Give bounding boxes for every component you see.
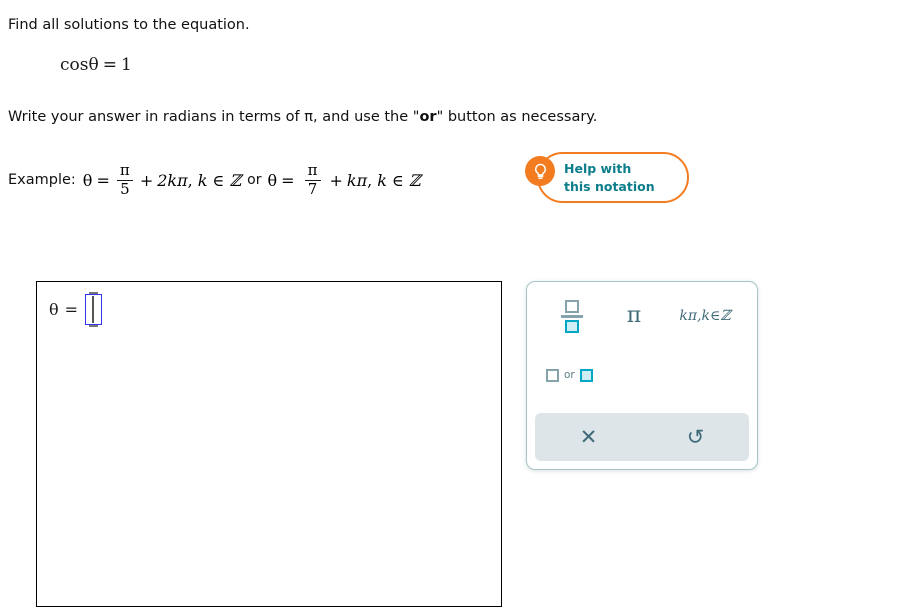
palette-row-2: or xyxy=(544,362,595,388)
example-connector: or xyxy=(247,172,262,189)
math-symbol-palette: π kπ,k∈ℤ or ✕ ↺ xyxy=(526,281,758,470)
caret-cap-top xyxy=(88,292,98,294)
example2-variable: θ xyxy=(267,170,278,190)
help-with-this-notation-button[interactable]: Help with this notation xyxy=(525,152,689,203)
fraction-icon xyxy=(561,299,583,333)
example2-fraction: π 7 xyxy=(304,161,321,198)
example2-comma: , xyxy=(367,170,373,190)
example2-membership: k ∈ ℤ xyxy=(377,170,421,190)
fraction-numerator-placeholder xyxy=(565,299,579,313)
help-label-line-1: Help with xyxy=(564,161,632,176)
answer-input-area[interactable]: θ = xyxy=(36,281,502,607)
palette-symbol-rows: π kπ,k∈ℤ or xyxy=(527,282,757,413)
example1-fraction: π 5 xyxy=(116,161,133,198)
or-button-label: or xyxy=(564,369,575,381)
caret-cap-bottom xyxy=(88,325,98,327)
example1-membership: k ∈ ℤ xyxy=(197,170,242,190)
undo-button[interactable]: ↺ xyxy=(642,413,749,461)
example2-plus: + xyxy=(329,170,343,190)
answer-equals: = xyxy=(64,300,79,319)
example2-equals: = xyxy=(281,170,295,190)
palette-row-1: π kπ,k∈ℤ xyxy=(541,290,745,342)
problem-equation: cosθ = 1 xyxy=(60,55,132,75)
pi-icon: π xyxy=(626,303,642,328)
equation-equals: = xyxy=(102,55,117,75)
example-row: Example: θ = π 5 + 2kπ , k ∈ ℤ or θ = π … xyxy=(8,161,421,198)
example1-term: 2kπ xyxy=(157,170,188,190)
example1-plus: + xyxy=(139,170,154,190)
example1-variable: θ xyxy=(82,170,93,190)
answer-variable: θ xyxy=(49,300,59,319)
example2-denominator: 7 xyxy=(307,179,318,198)
example1-equals: = xyxy=(96,170,110,190)
prompt-or-keyword: or xyxy=(419,109,437,125)
prompt-line-1: Find all solutions to the equation. xyxy=(8,17,250,33)
pi-button[interactable]: π xyxy=(603,290,665,342)
help-label-line-2: this notation xyxy=(564,178,655,194)
clear-button[interactable]: ✕ xyxy=(535,413,642,461)
text-caret xyxy=(92,296,94,323)
example2-numerator: π xyxy=(307,161,318,179)
k-pi-k-in-integers-icon: kπ,k∈ℤ xyxy=(679,308,731,324)
undo-icon: ↺ xyxy=(686,424,705,449)
fraction-bar-icon xyxy=(561,314,583,318)
example-expression-1: θ = π 5 + 2kπ , k ∈ ℤ xyxy=(82,161,242,198)
or-left-placeholder-icon xyxy=(546,368,559,382)
example1-numerator: π xyxy=(119,161,130,179)
or-button[interactable]: or xyxy=(544,367,595,384)
example2-term: kπ xyxy=(346,170,368,190)
prompt-text-2b: button as necessary. xyxy=(443,109,598,125)
palette-action-bar: ✕ ↺ xyxy=(535,413,749,461)
example-expression-2: θ = π 7 + kπ , k ∈ ℤ xyxy=(267,161,421,198)
equation-function: cos xyxy=(60,55,89,75)
example-label: Example: xyxy=(8,172,76,189)
fraction-template-button[interactable] xyxy=(541,290,603,342)
k-pi-k-in-integers-button[interactable]: kπ,k∈ℤ xyxy=(665,290,745,342)
fraction-denominator-placeholder xyxy=(565,319,579,333)
prompt-text-1: Find all solutions to the equation. xyxy=(8,17,250,33)
example1-denominator: 5 xyxy=(120,179,130,198)
answer-expression-row: θ = xyxy=(49,292,103,327)
lightbulb-icon xyxy=(525,156,555,186)
example1-comma: , xyxy=(187,170,193,190)
equation-value: 1 xyxy=(120,55,132,75)
or-right-placeholder-icon xyxy=(579,368,593,382)
help-button-label: Help with this notation xyxy=(564,160,684,196)
answer-math-input[interactable] xyxy=(85,292,103,327)
prompt-text-2a: Write your answer in radians in terms of… xyxy=(8,109,413,125)
equation-variable: θ xyxy=(88,55,99,75)
close-icon: ✕ xyxy=(579,424,598,449)
prompt-line-2: Write your answer in radians in terms of… xyxy=(8,109,597,125)
